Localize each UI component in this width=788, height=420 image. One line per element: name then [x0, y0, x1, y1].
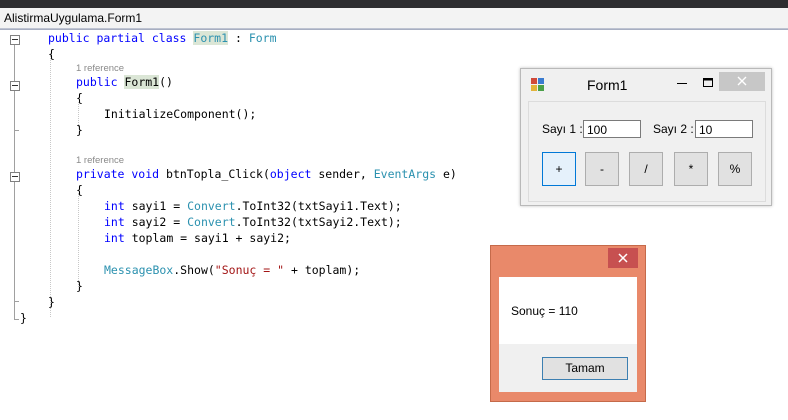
code-line: }	[76, 123, 83, 137]
app-icon	[531, 78, 544, 91]
sayi2-label: Sayı 2 :	[653, 122, 694, 136]
code-line: int sayi2 = Convert.ToInt32(txtSayi2.Tex…	[104, 215, 402, 229]
maximize-icon[interactable]	[699, 75, 717, 91]
sayi2-textbox[interactable]: 10	[695, 120, 753, 138]
messagebox-text: Sonuç = 110	[511, 304, 578, 318]
code-line: {	[76, 183, 83, 197]
messagebox-window: Sonuç = 110 Tamam	[490, 245, 646, 402]
sayi1-textbox[interactable]: 100	[583, 120, 641, 138]
collapse-ctor-icon[interactable]	[10, 81, 20, 91]
messagebox-body: Sonuç = 110	[499, 277, 637, 344]
form1-client-area: Sayı 1 : 100 Sayı 2 : 10 + - / * %	[528, 101, 766, 202]
code-line: {	[48, 47, 55, 61]
code-line: InitializeComponent();	[104, 107, 257, 121]
messagebox-close-button[interactable]	[608, 248, 638, 268]
indent-guide	[78, 193, 80, 287]
outline-end	[14, 130, 19, 131]
modulo-button[interactable]: %	[718, 152, 752, 186]
indent-guide	[50, 55, 52, 317]
code-line: public Form1()	[76, 75, 173, 89]
code-line: MessageBox.Show("Sonuç = " + toplam);	[104, 263, 361, 277]
messagebox-footer: Tamam	[499, 344, 637, 392]
multiply-button[interactable]: *	[674, 152, 708, 186]
collapse-class-icon[interactable]	[10, 35, 20, 45]
editor-tab-title: AlistirmaUygulama.Form1	[4, 11, 143, 25]
editor-tab[interactable]: AlistirmaUygulama.Form1	[0, 8, 788, 30]
code-line: int sayi1 = Convert.ToInt32(txtSayi1.Tex…	[104, 199, 402, 213]
form1-close-button[interactable]	[719, 72, 765, 91]
collapse-method-icon[interactable]	[10, 172, 20, 182]
ok-button[interactable]: Tamam	[542, 357, 628, 380]
sayi1-label: Sayı 1 :	[542, 122, 583, 136]
code-line: }	[20, 311, 27, 325]
code-line: public partial class Form1 : Form	[48, 31, 277, 45]
minimize-icon[interactable]	[673, 75, 691, 91]
close-icon	[737, 76, 747, 86]
outline-end	[14, 319, 19, 320]
code-line: int toplam = sayi1 + sayi2;	[104, 231, 291, 245]
outline-end	[14, 301, 19, 302]
code-line: private void btnTopla_Click(object sende…	[76, 167, 457, 181]
close-icon	[618, 253, 628, 263]
form1-title: Form1	[587, 77, 628, 93]
ide-top-strip	[0, 0, 788, 8]
form1-window: Form1 Sayı 1 : 100 Sayı 2 : 10 + - / * %	[520, 68, 772, 206]
form1-titlebar[interactable]: Form1	[521, 69, 771, 99]
add-button[interactable]: +	[542, 152, 576, 186]
code-line: }	[48, 295, 55, 309]
divide-button[interactable]: /	[629, 152, 663, 186]
code-line: }	[76, 279, 83, 293]
subtract-button[interactable]: -	[585, 152, 619, 186]
code-line: {	[76, 91, 83, 105]
